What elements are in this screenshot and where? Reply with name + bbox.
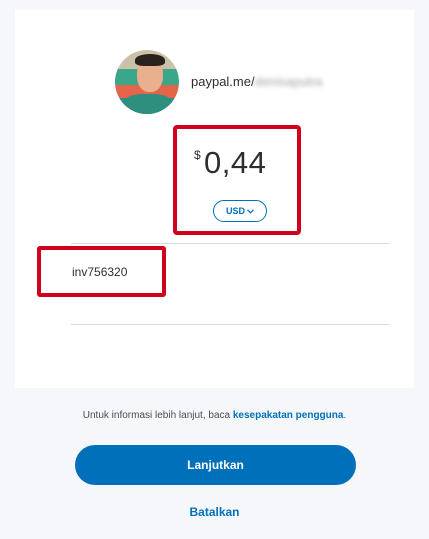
- currency-symbol: $: [194, 148, 201, 162]
- paypal-link-username: denisaputra: [254, 74, 323, 89]
- amount-highlight: $ 0,44 USD: [173, 125, 301, 235]
- cancel-link[interactable]: Batalkan: [0, 505, 429, 519]
- continue-button[interactable]: Lanjutkan: [75, 445, 356, 485]
- info-suffix: .: [343, 410, 347, 421]
- user-agreement-info: Untuk informasi lebih lanjut, baca kesep…: [0, 410, 429, 421]
- chevron-down-icon: [247, 208, 254, 214]
- avatar-shirt: [123, 94, 173, 114]
- divider-bottom: [71, 324, 389, 325]
- divider-top: [71, 243, 389, 244]
- payment-card: paypal.me/denisaputra $ 0,44 USD: [15, 10, 414, 388]
- note-input[interactable]: inv756320: [72, 265, 127, 279]
- currency-dropdown[interactable]: USD: [213, 200, 267, 222]
- currency-code: USD: [225, 206, 245, 216]
- note-highlight: inv756320: [37, 246, 166, 297]
- info-prefix: Untuk informasi lebih lanjut, baca: [82, 410, 233, 421]
- avatar-hair: [135, 54, 165, 66]
- profile-avatar: [115, 50, 179, 114]
- amount-value[interactable]: 0,44: [204, 145, 266, 181]
- user-agreement-link[interactable]: kesepakatan pengguna: [233, 410, 344, 421]
- paypal-me-link[interactable]: paypal.me/denisaputra: [191, 74, 323, 89]
- paypal-link-prefix: paypal.me/: [191, 74, 255, 89]
